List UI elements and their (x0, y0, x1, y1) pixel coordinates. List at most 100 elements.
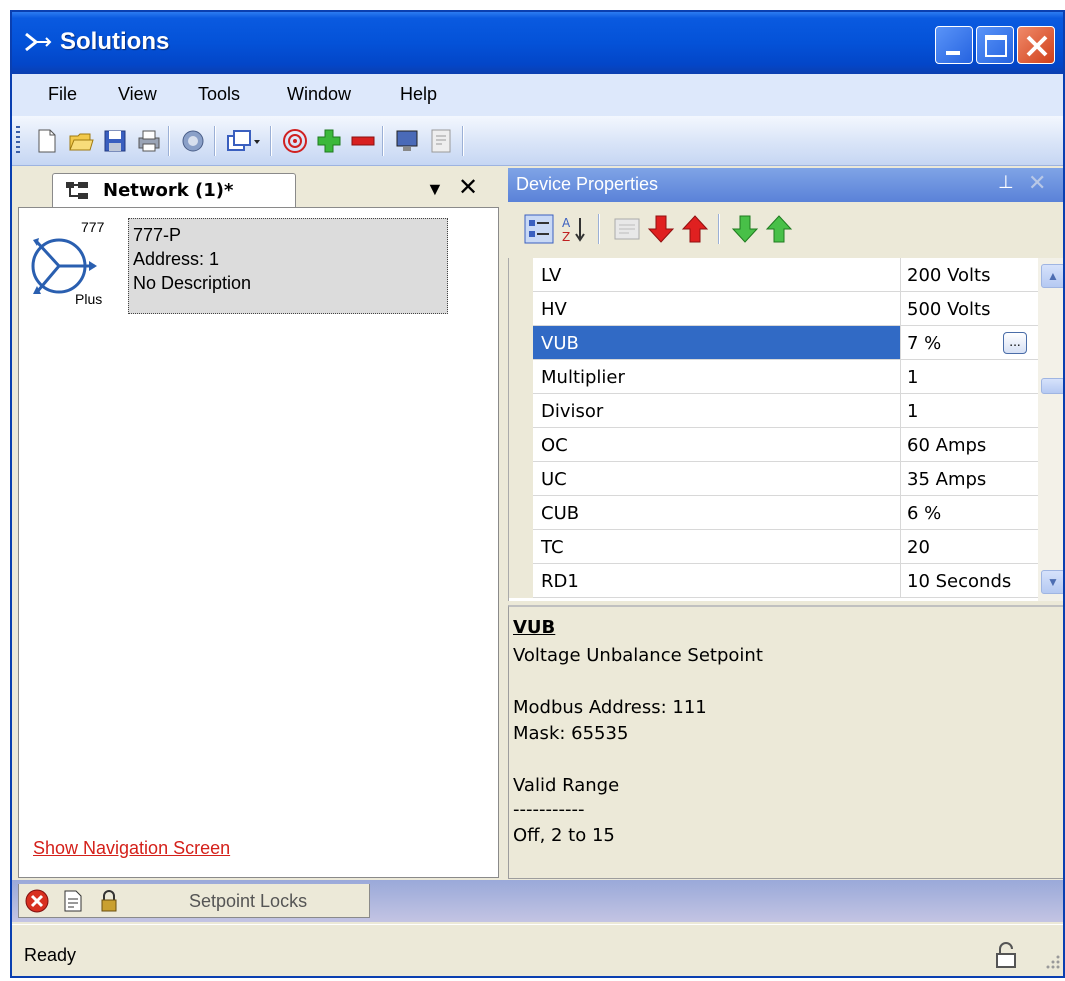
row-gutter (509, 292, 533, 326)
app-window: Solutions File View Tools Window Help Ne… (10, 10, 1065, 978)
maximize-icon (985, 35, 1007, 57)
show-navigation-link[interactable]: Show Navigation Screen (33, 838, 230, 859)
property-value[interactable]: 60 Amps (901, 428, 1039, 462)
property-row-cub[interactable]: CUB 6 % (509, 496, 1039, 530)
property-row-hv[interactable]: HV 500 Volts (509, 292, 1039, 326)
description-range-label: Valid Range (513, 775, 620, 796)
tab-network[interactable]: Network (1)* (52, 173, 296, 207)
menu-help[interactable]: Help (400, 84, 437, 105)
toolbar-separator (462, 126, 464, 156)
add-icon[interactable] (316, 128, 342, 154)
pin-icon[interactable]: ⊥ (998, 172, 1014, 193)
property-value[interactable]: 1 (901, 394, 1039, 428)
open-folder-icon[interactable] (68, 128, 94, 154)
sort-alphabetical-icon[interactable]: AZ (560, 214, 590, 244)
remove-icon[interactable] (350, 128, 376, 154)
print-icon[interactable] (136, 128, 162, 154)
lock-icon[interactable] (97, 889, 121, 913)
menu-window[interactable]: Window (287, 84, 351, 105)
notes-icon[interactable] (428, 128, 454, 154)
property-row-uc[interactable]: UC 35 Amps (509, 462, 1039, 496)
property-row-multiplier[interactable]: Multiplier 1 (509, 360, 1039, 394)
property-value[interactable]: 200 Volts (901, 258, 1039, 292)
minimize-button[interactable] (935, 26, 973, 64)
status-bar: Ready (12, 924, 1063, 976)
property-name: VUB (533, 326, 901, 360)
property-row-oc[interactable]: OC 60 Amps (509, 428, 1039, 462)
property-row-divisor[interactable]: Divisor 1 (509, 394, 1039, 428)
arrow-down-green-icon[interactable] (730, 214, 760, 244)
row-gutter (509, 326, 533, 360)
maximize-button[interactable] (976, 26, 1014, 64)
row-gutter (509, 530, 533, 564)
toolbar-grip[interactable] (16, 126, 20, 156)
property-name: Multiplier (533, 360, 901, 394)
device-icon-top-label: 777 (81, 219, 105, 235)
property-name: Divisor (533, 394, 901, 428)
app-logo-icon (25, 32, 52, 52)
resize-grip-icon[interactable] (1042, 951, 1062, 971)
property-row-lv[interactable]: LV 200 Volts (509, 258, 1039, 292)
toolbar-separator (214, 126, 216, 156)
property-value[interactable]: 20 (901, 530, 1039, 564)
description-mask: Mask: 65535 (513, 723, 629, 744)
property-row-vub[interactable]: VUB 7 % ... (509, 326, 1039, 360)
close-button[interactable] (1017, 26, 1055, 64)
property-grid-scrollbar[interactable]: ▲ ▼ (1038, 258, 1063, 601)
property-value[interactable]: 500 Volts (901, 292, 1039, 326)
arrow-up-green-icon[interactable] (764, 214, 794, 244)
description-modbus-address: Modbus Address: 111 (513, 697, 707, 718)
arrow-up-red-icon[interactable] (680, 214, 710, 244)
description-range-value: Off, 2 to 15 (513, 825, 615, 846)
scroll-down-icon[interactable]: ▼ (1041, 570, 1063, 594)
menu-tools[interactable]: Tools (198, 84, 240, 105)
save-icon[interactable] (102, 128, 128, 154)
document-icon[interactable] (61, 889, 85, 913)
device-properties-title: Device Properties (516, 174, 659, 194)
device-icon-bottom-label: Plus (75, 291, 102, 307)
property-value[interactable]: 7 % (907, 333, 941, 354)
device-777-plus-icon[interactable]: 777 Plus (23, 214, 123, 314)
property-name: OC (533, 428, 901, 462)
device-address: Address: 1 (133, 249, 220, 269)
unlock-icon[interactable] (992, 941, 1020, 969)
property-value[interactable]: 1 (901, 360, 1039, 394)
scroll-thumb[interactable] (1041, 378, 1063, 394)
panel-close-icon[interactable]: ✕ (1028, 170, 1046, 196)
title-bar[interactable]: Solutions (12, 12, 1063, 74)
menu-file[interactable]: File (48, 84, 77, 105)
property-value[interactable]: 10 Seconds (901, 564, 1039, 598)
close-icon (1026, 35, 1048, 57)
panel-close-icon[interactable]: ✕ (458, 173, 478, 202)
arrow-down-red-icon[interactable] (646, 214, 676, 244)
setpoint-locks-label: Setpoint Locks (189, 891, 308, 911)
svg-text:A: A (562, 216, 571, 230)
property-row-rd1[interactable]: RD1 10 Seconds (509, 564, 1039, 598)
error-icon[interactable] (25, 889, 49, 913)
tab-setpoint-locks[interactable]: Setpoint Locks (18, 884, 370, 918)
property-description-panel: VUB Voltage Unbalance Setpoint Modbus Ad… (508, 605, 1063, 879)
property-row-tc[interactable]: TC 20 (509, 530, 1039, 564)
new-file-icon[interactable] (34, 128, 60, 154)
connect-icon[interactable] (282, 128, 308, 154)
description-title: VUB (513, 617, 556, 638)
description-range-divider: ----------- (513, 799, 585, 820)
categorized-icon[interactable] (524, 214, 554, 244)
scroll-up-icon[interactable]: ▲ (1041, 264, 1063, 288)
property-value[interactable]: 35 Amps (901, 462, 1039, 496)
panel-dropdown-icon[interactable]: ▼ (426, 179, 444, 200)
row-gutter (509, 564, 533, 598)
monitor-icon[interactable] (394, 128, 420, 154)
minimize-icon (946, 51, 960, 55)
property-pages-icon[interactable] (612, 214, 642, 244)
window-dropdown-icon[interactable] (226, 128, 262, 154)
device-node[interactable]: 777-P Address: 1 No Description (128, 218, 448, 314)
property-name: RD1 (533, 564, 901, 598)
property-value-container[interactable]: 7 % ... (901, 326, 1039, 360)
svg-text:Z: Z (562, 230, 570, 244)
property-value[interactable]: 6 % (901, 496, 1039, 530)
menu-view[interactable]: View (118, 84, 157, 105)
toolbar-separator (718, 214, 720, 244)
network-icon[interactable] (180, 128, 206, 154)
ellipsis-button[interactable]: ... (1003, 332, 1027, 354)
